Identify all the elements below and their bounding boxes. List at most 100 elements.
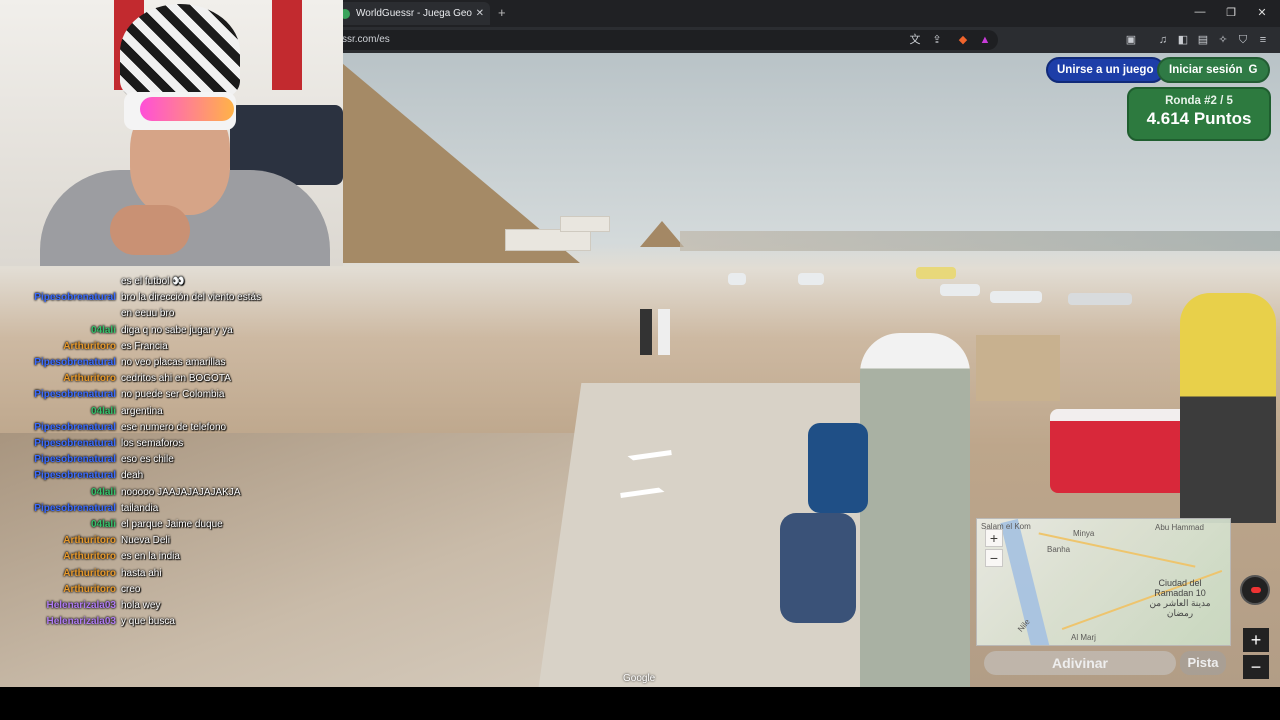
google-watermark: Google [623, 673, 656, 684]
compass-icon[interactable] [1240, 575, 1270, 605]
brave-shield-icon[interactable]: ◆ [956, 33, 970, 47]
letterbox-bar [0, 687, 1280, 720]
street-zoom-out-button[interactable]: − [1243, 655, 1269, 679]
distant-pyramid-image [640, 221, 684, 247]
screen: WorldGuessr - Juega GeoGuessr ✕ + — ❐ ✕ … [0, 0, 1280, 720]
chat-message: Arthuritoro hasta ahi [0, 566, 290, 582]
chat-text: es el futbol 👀 [121, 276, 185, 287]
points-label: 4.614 Puntos [1146, 109, 1252, 128]
chat-text: hasta ahi [121, 567, 162, 579]
person-image [658, 309, 670, 355]
chat-message: 04lali argentina [0, 404, 290, 420]
car-image [940, 284, 980, 296]
person-image [860, 333, 970, 687]
street-zoom-in-button[interactable]: + [1243, 628, 1269, 652]
map-zoom-in-button[interactable]: + [985, 529, 1003, 547]
chat-message: 04lali diga q no sabe jugar y ya [0, 323, 290, 339]
score-panel: Ronda #2 / 5 4.614 Puntos [1127, 87, 1271, 141]
close-tab-icon[interactable]: ✕ [476, 8, 484, 19]
chat-message: Arthuritoro es Francia [0, 339, 290, 355]
chat-text: es Francia [121, 340, 168, 352]
chat-username: 04lali [90, 405, 116, 417]
browser-tab[interactable]: WorldGuessr - Juega GeoGuessr ✕ [334, 2, 490, 25]
building-image [560, 216, 610, 232]
chat-message: Arthuritoro creo [0, 582, 290, 598]
share-icon[interactable]: ⇪ [930, 33, 944, 47]
chat-username [0, 306, 121, 322]
car-image [990, 291, 1042, 303]
map-label: Banha [1047, 545, 1071, 554]
login-button[interactable]: Iniciar sesión G [1157, 57, 1270, 83]
chat-text: deah [121, 470, 144, 482]
chat-username: Pipesobrenatural [34, 454, 116, 466]
streamer-hand [110, 205, 190, 255]
chat-message: 04lali el parque Jaime duque [0, 517, 290, 533]
chat-username: Pipesobrenatural [34, 421, 116, 433]
map-label: Al Marj [1071, 633, 1096, 642]
chat-message: Pipesobrenatural los semaforos [0, 436, 290, 452]
chat-username: Arthuritoro [63, 583, 116, 595]
chat-message: Pipesobrenatural eso es chile [0, 452, 290, 468]
car-image [728, 273, 746, 285]
car-image [1068, 293, 1132, 305]
close-window-icon[interactable]: ✕ [1252, 6, 1272, 19]
chat-username: Arthuritoro [63, 535, 116, 547]
minimize-icon[interactable]: — [1190, 6, 1210, 18]
chat-username: Arthuritoro [63, 340, 116, 352]
chat-text: el parque Jaime duque [121, 519, 223, 531]
chat-text: no puede ser Colombia [121, 389, 225, 401]
chat-message: en eeuu bro [0, 306, 290, 322]
login-label: Iniciar sesión [1169, 64, 1243, 76]
person-image [640, 309, 652, 355]
chat-message: Pipesobrenatural tailandia [0, 501, 290, 517]
map-zoom-out-button[interactable]: − [985, 549, 1003, 567]
chat-username: Arthuritoro [63, 551, 116, 563]
van-image [916, 267, 956, 279]
chat-text: hola wey [121, 600, 161, 612]
chat-text: y que busca [121, 616, 175, 628]
chat-text: diga q no sabe jugar y ya [121, 324, 233, 336]
leo-icon[interactable]: ✧ [1216, 33, 1230, 47]
chat-text: los semaforos [121, 438, 184, 450]
vpn-icon[interactable]: ⛉ [1236, 33, 1250, 47]
screenshot-icon[interactable]: ▣ [1124, 33, 1138, 47]
chat-text: no veo placas amarillas [121, 357, 226, 369]
stream-chat: es el futbol 👀 Pipesobrenatural bro la dir… [0, 274, 290, 630]
restore-icon[interactable]: ❐ [1221, 6, 1241, 19]
chat-username: Helenarizala03 [46, 616, 117, 628]
bag-image [780, 513, 856, 623]
menu-icon[interactable]: ≡ [1256, 33, 1270, 47]
chat-message: Arthuritoro Nueva Deli [0, 533, 290, 549]
chat-message: Helenarizala03 y que busca [0, 614, 290, 630]
round-label: Ronda #2 / 5 [1165, 95, 1233, 107]
cooler-image [1050, 409, 1198, 493]
guess-button[interactable]: Adivinar [984, 651, 1176, 675]
chat-message: Arthuritoro cedritos ahi en BOGOTA [0, 371, 290, 387]
join-game-label: Unirse a un juego [1057, 64, 1154, 76]
chat-username: Pipesobrenatural [34, 502, 116, 514]
chat-username: Arthuritoro [63, 567, 116, 579]
chat-text: cedritos ahi en BOGOTA [121, 373, 231, 385]
chat-message: es el futbol 👀 [0, 274, 290, 290]
map-city-label: Ciudad del Ramadan 10 مدينة العاشر من رم… [1149, 578, 1211, 618]
new-tab-button[interactable]: + [498, 5, 506, 20]
chat-text: tailandia [121, 502, 159, 514]
address-bar[interactable]: ssr.com/es [334, 30, 998, 50]
chat-text: es en la india [121, 551, 180, 563]
sunglasses-image [140, 97, 234, 121]
chat-text: bro la dirección del viento estás [121, 292, 262, 304]
wallet-icon[interactable]: ▤ [1196, 33, 1210, 47]
join-game-button[interactable]: Unirse a un juego [1046, 57, 1165, 83]
chat-username: Pipesobrenatural [34, 438, 116, 450]
person-image [1180, 293, 1276, 523]
sidebar-icon[interactable]: ◧ [1176, 33, 1190, 47]
chat-message: Pipesobrenatural bro la dirección del vie… [0, 290, 290, 306]
kiosk-image [976, 335, 1060, 401]
chat-message: 04lali nooooo JAAJAJAJAJAKJA [0, 485, 290, 501]
rewards-icon[interactable]: ▲ [978, 33, 992, 47]
map-label: Abu Hammad [1155, 523, 1204, 532]
music-icon[interactable]: ♫ [1156, 33, 1170, 47]
car-image [798, 273, 824, 285]
translate-icon[interactable]: 文 [908, 33, 922, 47]
hint-button[interactable]: Pista [1180, 651, 1226, 675]
